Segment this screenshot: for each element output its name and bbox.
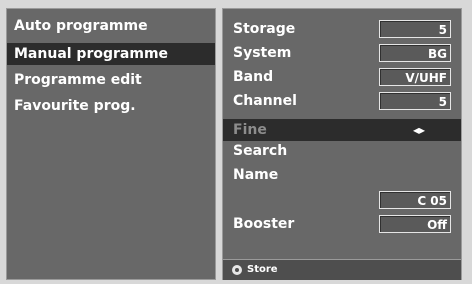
- storage-value-field[interactable]: 5: [379, 20, 451, 38]
- system-value-field[interactable]: BG: [379, 44, 451, 62]
- booster-value-field[interactable]: Off: [379, 215, 451, 233]
- menu-item-auto-programme[interactable]: Auto programme: [7, 15, 215, 37]
- booster-label: Booster: [233, 216, 295, 232]
- channel-label: Channel: [233, 93, 297, 109]
- fine-label: Fine: [233, 122, 267, 138]
- store-hint-label: Store: [247, 264, 278, 275]
- fine-adjust-arrows-icon: ◂▸: [413, 123, 426, 137]
- channel-value-field[interactable]: 5: [379, 92, 451, 110]
- menu-item-label: Favourite prog.: [14, 98, 136, 114]
- fine-tuning-row[interactable]: Fine ◂▸: [223, 119, 461, 141]
- manual-programme-panel: Storage 5 System BG Band V/UHF Channel 5…: [222, 8, 462, 280]
- ok-button-icon: [232, 265, 242, 275]
- menu-item-label: Programme edit: [14, 72, 142, 88]
- footer-hint-bar: Store: [223, 259, 461, 280]
- menu-item-programme-edit[interactable]: Programme edit: [7, 69, 215, 91]
- name-label: Name: [233, 167, 279, 183]
- band-label: Band: [233, 69, 274, 85]
- menu-item-label: Manual programme: [14, 46, 169, 62]
- name-value-field[interactable]: C 05: [379, 191, 451, 209]
- main-menu-panel: Auto programme Manual programme Programm…: [6, 8, 216, 280]
- storage-label: Storage: [233, 21, 296, 37]
- tv-osd-screen: Auto programme Manual programme Programm…: [0, 0, 472, 284]
- band-value-field[interactable]: V/UHF: [379, 68, 451, 86]
- search-label[interactable]: Search: [233, 141, 287, 161]
- menu-item-manual-programme[interactable]: Manual programme: [7, 43, 215, 65]
- menu-item-label: Auto programme: [14, 18, 148, 34]
- menu-item-favourite-prog[interactable]: Favourite prog.: [7, 95, 215, 117]
- system-label: System: [233, 45, 292, 61]
